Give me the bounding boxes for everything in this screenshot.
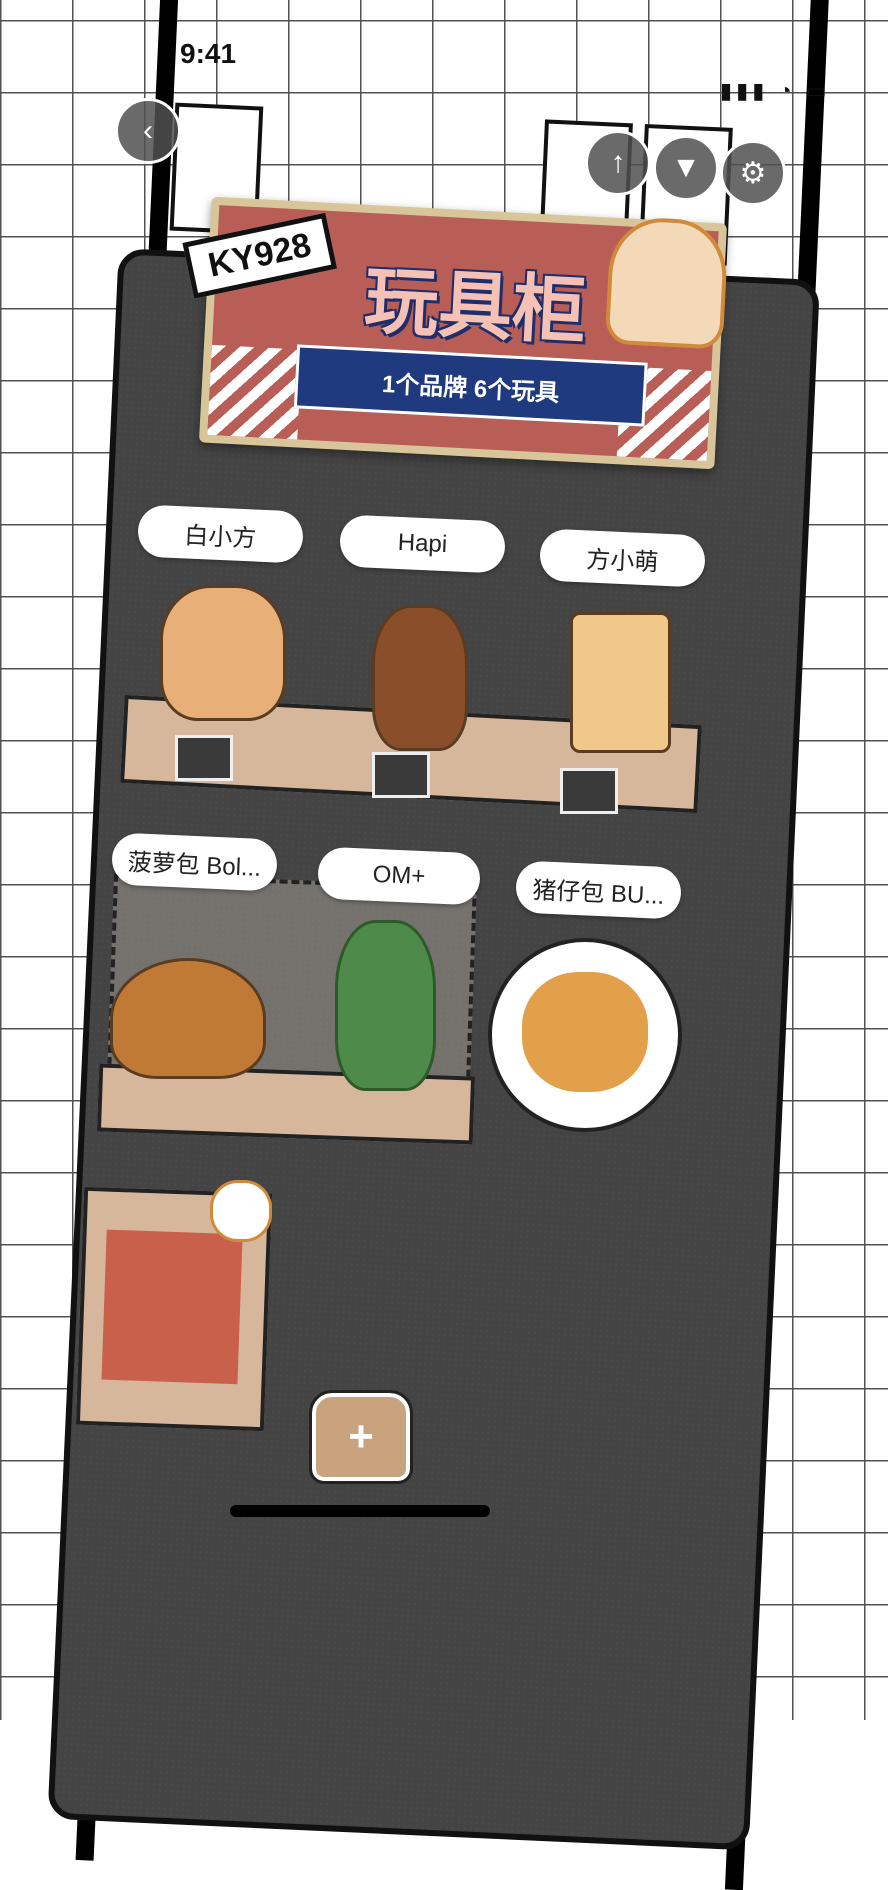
status-icons: ▮▮▮ ◔ ▭: [720, 78, 831, 103]
cabinet-subtitle-ribbon: 1个品牌 6个玩具: [293, 344, 648, 427]
toy-label-2[interactable]: Hapi: [338, 514, 507, 574]
toy-name: 白小方: [183, 521, 257, 553]
toy-hapi[interactable]: [372, 605, 468, 751]
cabinet-title: 玩具柜: [362, 258, 589, 354]
toast-sticker: [210, 1180, 272, 1242]
toy-piggy-bun: [522, 972, 648, 1092]
shelf-nameplate: [175, 735, 233, 781]
shirt-icon: ▼: [671, 151, 701, 184]
share-button[interactable]: ↑: [585, 130, 651, 196]
flour-bag-icon: +: [309, 1390, 413, 1484]
theme-button[interactable]: ▼: [653, 135, 719, 201]
toy-photo: [101, 1229, 243, 1385]
cabinet-subtitle: 1个品牌 6个玩具: [381, 370, 560, 407]
shelf-nameplate: [560, 768, 618, 814]
toy-label-1[interactable]: 白小方: [136, 504, 305, 564]
toy-name: 菠萝包 Bol...: [127, 848, 262, 882]
toast-mascot: [604, 215, 730, 350]
plus-icon: +: [348, 1412, 374, 1461]
toy-label-6[interactable]: 猪仔包 BU...: [514, 860, 683, 920]
toy-bai-xiaofang[interactable]: [160, 585, 286, 721]
toy-name: Hapi: [397, 528, 448, 559]
cabinet-banner: KY928 玩具柜 1个品牌 6个玩具: [182, 196, 730, 470]
toy-label-5[interactable]: OM+: [316, 846, 482, 906]
toy-pineapple-bun[interactable]: [110, 958, 266, 1079]
gear-icon: ⚙: [739, 156, 767, 190]
add-toy-button[interactable]: +: [309, 1385, 413, 1484]
toy-name: 猪仔包 BU...: [531, 876, 665, 910]
back-icon: ‹: [143, 114, 153, 147]
back-button[interactable]: ‹: [115, 98, 181, 164]
shelf-nameplate: [372, 752, 430, 798]
home-indicator: [230, 1505, 490, 1517]
settings-button[interactable]: ⚙: [720, 140, 786, 206]
toy-label-3[interactable]: 方小萌: [538, 528, 707, 588]
stripe-decoration-left: [207, 344, 302, 440]
toy-label-4[interactable]: 菠萝包 Bol...: [110, 832, 279, 892]
toy-fang-xiaomeng[interactable]: [570, 612, 671, 753]
upload-icon: ↑: [610, 146, 626, 179]
status-time: 9:41: [180, 38, 237, 69]
toy-om-plus[interactable]: [335, 920, 436, 1091]
toy-piggy-bun-frame[interactable]: [488, 938, 682, 1132]
toy-name: 方小萌: [585, 545, 659, 577]
toy-name: OM+: [372, 860, 426, 891]
